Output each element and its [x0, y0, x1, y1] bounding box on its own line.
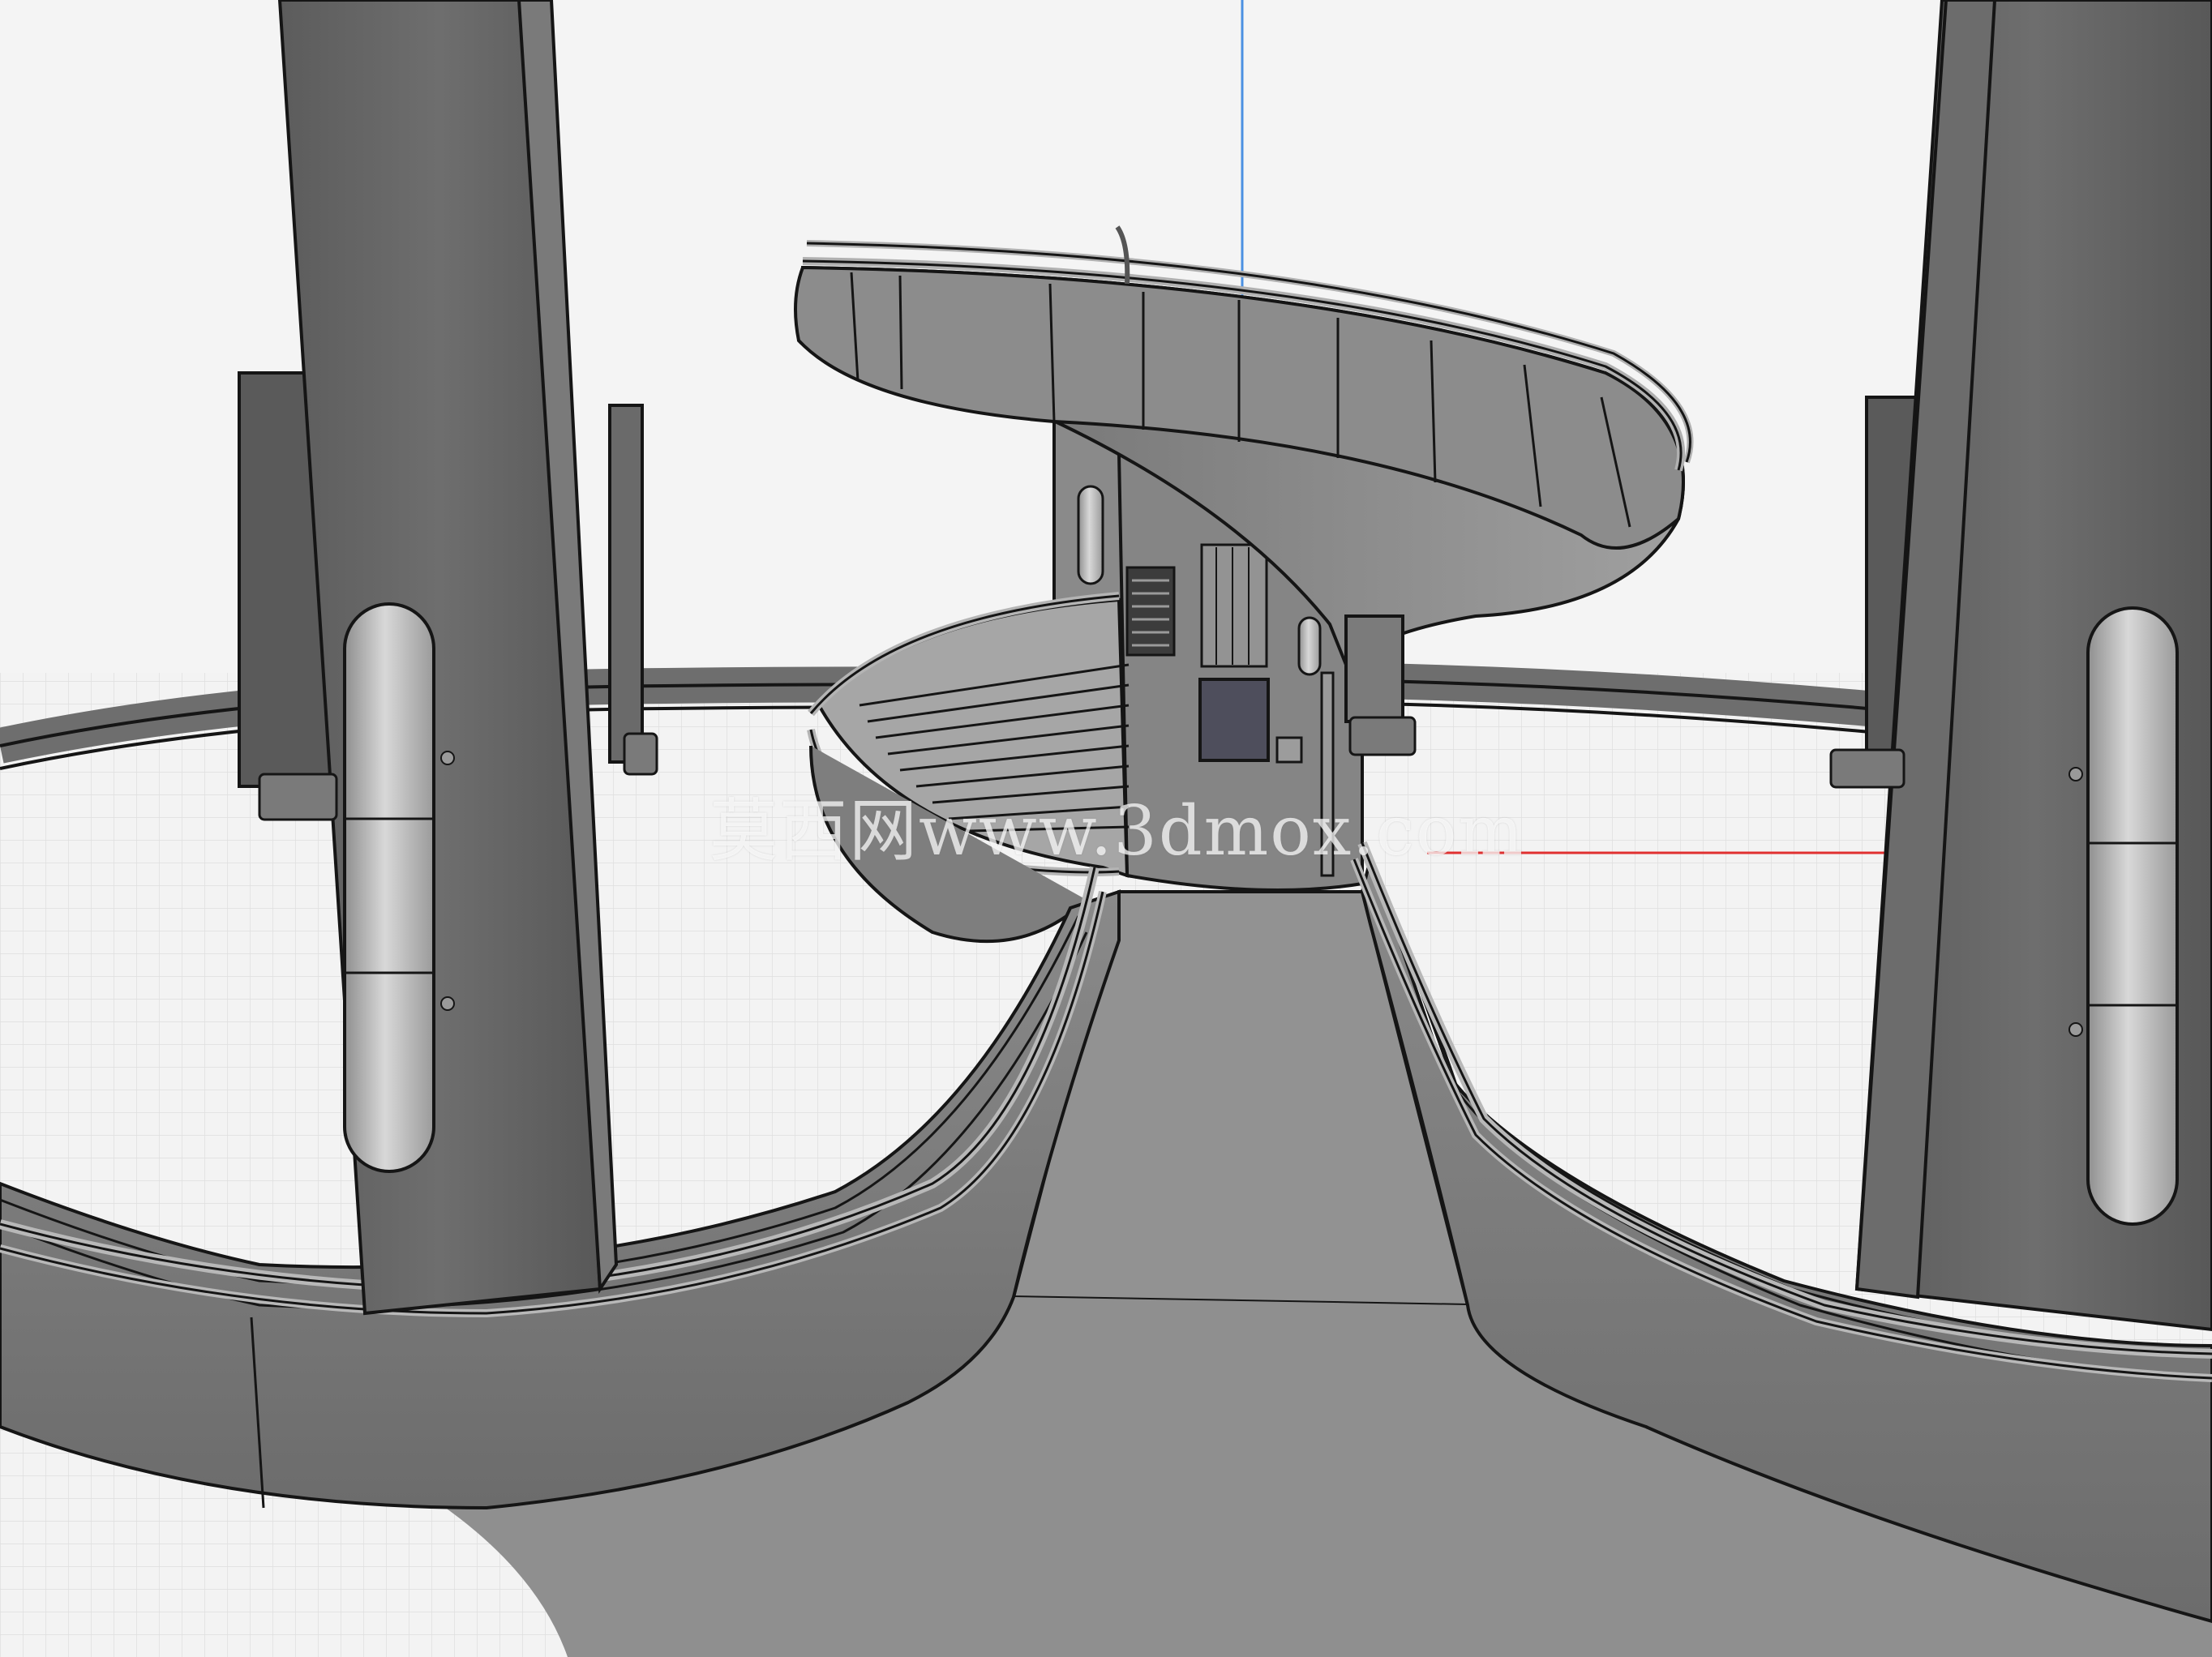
scene-render	[0, 0, 2212, 1657]
3d-viewport[interactable]: 莫西网www.3dmox.com	[0, 0, 2212, 1657]
front-right-column	[1854, 0, 2212, 1332]
right-column-light-capsule	[2086, 606, 2179, 1226]
dark-door-panel	[1198, 678, 1270, 762]
column-light-capsule	[343, 602, 435, 1173]
